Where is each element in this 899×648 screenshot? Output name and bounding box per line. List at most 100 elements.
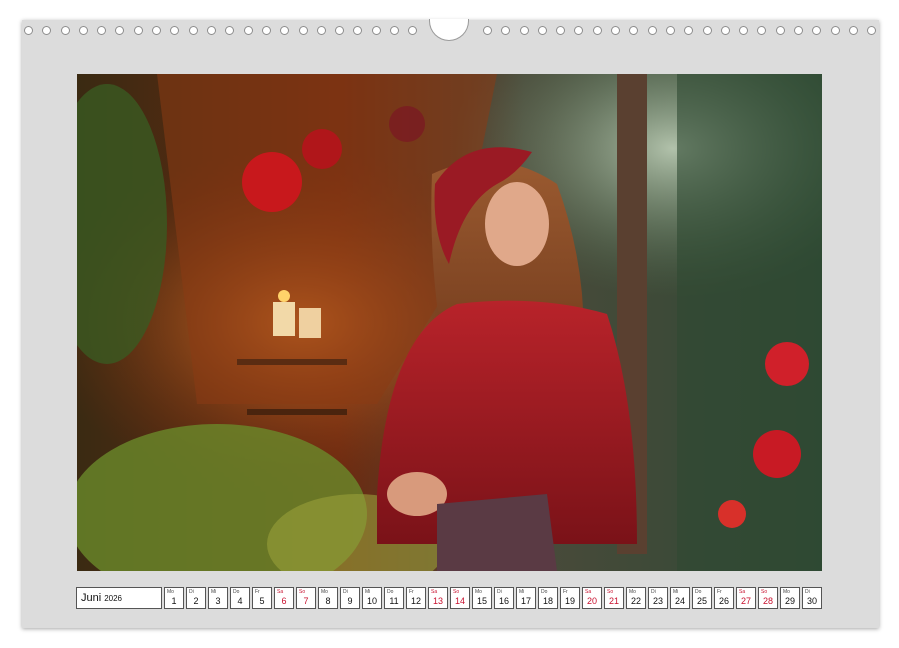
weekday-label: Fr <box>717 589 722 595</box>
day-cell: Sa 13 <box>428 587 448 609</box>
day-cell: Di 16 <box>494 587 514 609</box>
binding-hole <box>703 26 712 35</box>
weekday-label: Fr <box>255 589 260 595</box>
day-cell: So 28 <box>758 587 778 609</box>
day-cell: Mo 8 <box>318 587 338 609</box>
binding-hole <box>757 26 766 35</box>
day-number: 20 <box>586 596 597 606</box>
binding-hole <box>538 26 547 35</box>
weekday-label: Di <box>651 589 656 595</box>
weekday-label: Di <box>189 589 194 595</box>
day-number: 21 <box>608 596 619 606</box>
day-cell: Sa 6 <box>274 587 294 609</box>
binding-hole <box>794 26 803 35</box>
day-cell: Di 30 <box>802 587 822 609</box>
binding-hole <box>721 26 730 35</box>
day-cell: Mi 17 <box>516 587 536 609</box>
binding-hole <box>593 26 602 35</box>
weekday-label: Do <box>541 589 548 595</box>
month-label: Juni 2026 <box>76 587 162 609</box>
binding-hole <box>648 26 657 35</box>
day-cell: Mi 24 <box>670 587 690 609</box>
day-number: 30 <box>806 596 817 606</box>
binding-hole <box>574 26 583 35</box>
day-number: 6 <box>281 596 287 606</box>
day-cell: So 14 <box>450 587 470 609</box>
binding-hole <box>24 26 33 35</box>
day-number: 24 <box>674 596 685 606</box>
binding-hole <box>134 26 143 35</box>
weekday-label: Do <box>387 589 394 595</box>
day-cell: Fr 12 <box>406 587 426 609</box>
day-cell: Di 23 <box>648 587 668 609</box>
month-year: 2026 <box>104 593 122 603</box>
weekday-label: So <box>761 589 768 595</box>
weekday-label: Mo <box>321 589 328 595</box>
weekday-label: Fr <box>409 589 414 595</box>
binding-hole <box>867 26 876 35</box>
day-number: 3 <box>215 596 221 606</box>
binding-hole <box>42 26 51 35</box>
day-number: 17 <box>520 596 531 606</box>
day-number: 15 <box>476 596 487 606</box>
day-cell: So 7 <box>296 587 316 609</box>
binding-hole <box>207 26 216 35</box>
binding-hole <box>317 26 326 35</box>
weekday-label: Sa <box>585 589 592 595</box>
weekday-label: Mi <box>519 589 525 595</box>
day-number: 7 <box>303 596 309 606</box>
day-cell: Do 18 <box>538 587 558 609</box>
weekday-label: Do <box>233 589 240 595</box>
day-number: 22 <box>630 596 641 606</box>
weekday-label: Mi <box>673 589 679 595</box>
binding-hole <box>739 26 748 35</box>
day-number: 19 <box>564 596 575 606</box>
binding-hole <box>611 26 620 35</box>
day-number: 10 <box>366 596 377 606</box>
binding-hole <box>61 26 70 35</box>
day-cell: Mo 1 <box>164 587 184 609</box>
binding-hole <box>115 26 124 35</box>
weekday-label: Mo <box>167 589 174 595</box>
day-cells: Mo 1 Di 2 Mi 3 Do 4 Fr 5 Sa 6 So 7 Mo 8 Di 9 Mi 10 Do 11 Fr 12 S… <box>164 587 822 609</box>
weekday-label: Di <box>805 589 810 595</box>
binding-hole <box>299 26 308 35</box>
binding-hole <box>244 26 253 35</box>
weekday-label: So <box>607 589 614 595</box>
day-number: 11 <box>389 596 399 606</box>
day-number: 8 <box>325 596 331 606</box>
binding-hole <box>390 26 399 35</box>
weekday-label: Di <box>343 589 348 595</box>
day-cell: Fr 5 <box>252 587 272 609</box>
binding-hole <box>353 26 362 35</box>
day-cell: Sa 20 <box>582 587 602 609</box>
day-cell: Fr 26 <box>714 587 734 609</box>
day-number: 13 <box>432 596 443 606</box>
weekday-label: So <box>453 589 460 595</box>
weekday-label: Sa <box>277 589 284 595</box>
binding-hole <box>97 26 106 35</box>
binding-hole <box>556 26 565 35</box>
weekday-label: So <box>299 589 306 595</box>
month-name: Juni <box>81 592 102 604</box>
weekday-label: Di <box>497 589 502 595</box>
day-cell: Di 2 <box>186 587 206 609</box>
binding-hole <box>79 26 88 35</box>
binding-hole <box>483 26 492 35</box>
day-number: 12 <box>410 596 421 606</box>
day-cell: Di 9 <box>340 587 360 609</box>
binding-hole <box>849 26 858 35</box>
binding-hole <box>280 26 289 35</box>
day-cell: Do 25 <box>692 587 712 609</box>
day-number: 29 <box>784 596 795 606</box>
weekday-label: Mo <box>629 589 636 595</box>
weekday-label: Mi <box>211 589 217 595</box>
day-number: 1 <box>171 596 177 606</box>
month-photo <box>77 74 822 571</box>
day-cell: Sa 27 <box>736 587 756 609</box>
day-cell: Do 11 <box>384 587 404 609</box>
month-calendar-strip: Juni 2026 Mo 1 Di 2 Mi 3 Do 4 Fr 5 Sa 6 So 7 Mo 8 Di 9 Mi 1… <box>76 587 822 609</box>
day-number: 16 <box>498 596 509 606</box>
binding-hole <box>520 26 529 35</box>
day-number: 27 <box>740 596 751 606</box>
